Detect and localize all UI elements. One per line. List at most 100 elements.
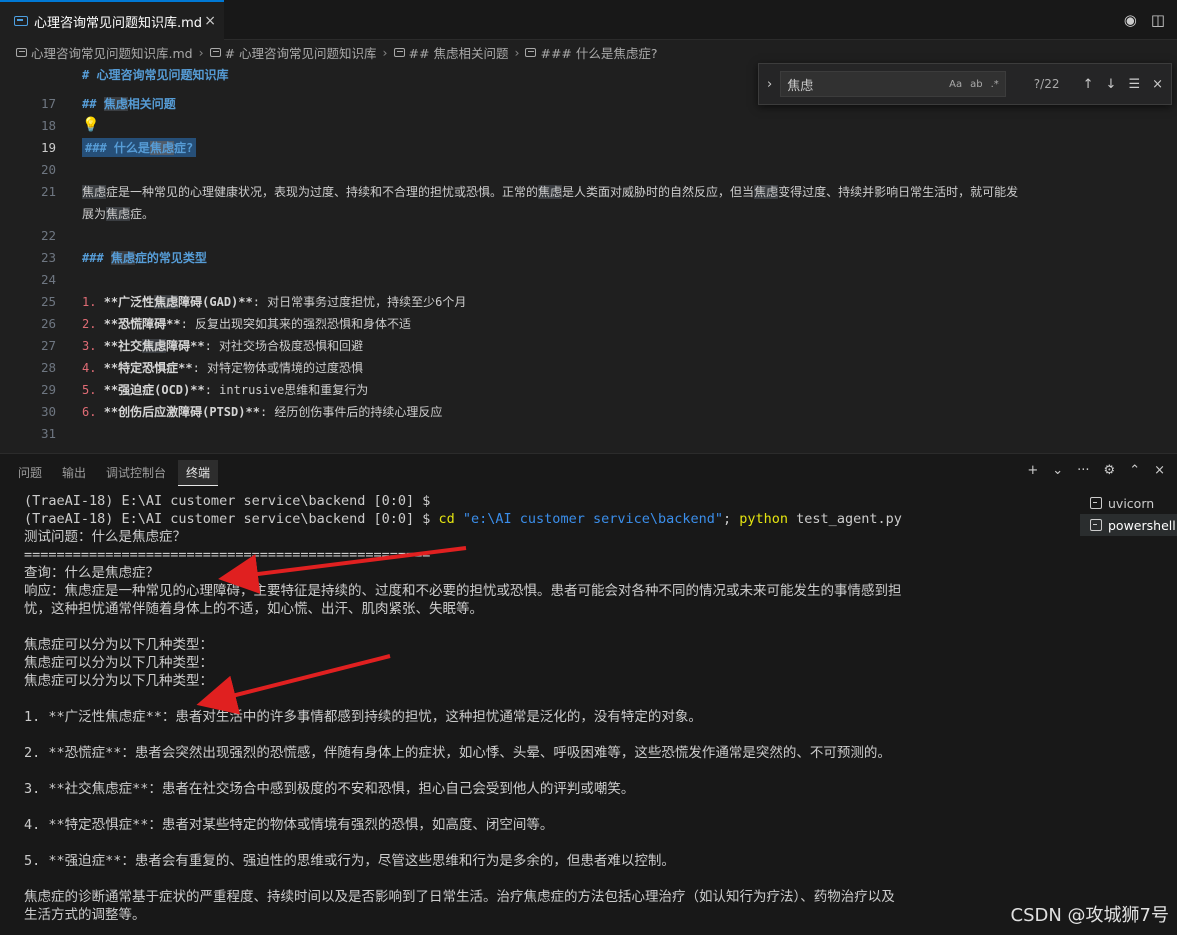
new-terminal-icon[interactable]: + — [1027, 463, 1038, 478]
line-number: 24 — [40, 271, 56, 287]
terminal-line: 1. **广泛性焦虑症**：患者对生活中的许多事情都感到持续的担忧，这种担忧通常… — [24, 709, 702, 725]
sticky-heading: # 心理咨询常见问题知识库 — [82, 67, 229, 82]
code-line[interactable]: 21 焦虑症是一种常见的心理健康状况，表现为过度、持续和不合理的担忧或恐惧。正常… — [0, 180, 1177, 202]
breadcrumb-file[interactable]: 心理咨询常见问题知识库.md — [16, 43, 193, 62]
markdown-file-icon — [16, 47, 27, 57]
code-line-current[interactable]: 19 ### 什么是焦虑症? — [0, 136, 1177, 158]
code-line[interactable]: 23 ### 焦虑症的常见类型 — [0, 246, 1177, 268]
line-number: 20 — [40, 161, 56, 177]
line-number: 22 — [40, 227, 56, 243]
close-icon[interactable]: × — [204, 13, 216, 29]
breadcrumb: 心理咨询常见问题知识库.md › # 心理咨询常见问题知识库 › ## 焦虑相关… — [0, 41, 1177, 63]
toggle-replace-chevron-icon[interactable]: › — [767, 77, 772, 92]
search-match: 焦虑 — [538, 184, 563, 199]
line-number: 29 — [40, 381, 56, 397]
chevron-right-icon: › — [382, 44, 388, 60]
chevron-right-icon: › — [198, 44, 204, 60]
breadcrumb-h3[interactable]: ### 什么是焦虑症? — [525, 43, 658, 62]
maximize-panel-icon[interactable]: ⌃ — [1129, 463, 1140, 478]
code-line[interactable]: 20 — [0, 158, 1177, 180]
search-match: 焦虑 — [142, 338, 167, 353]
code-line[interactable]: 22 — [0, 224, 1177, 246]
match-case-icon[interactable]: Aa — [949, 79, 962, 90]
find-widget: › 焦虑 Aa ab .* ?/22 ↑ ↓ ☰ × — [758, 63, 1172, 105]
line-number: 30 — [40, 403, 56, 419]
terminal-item-powershell[interactable]: powershell — [1080, 514, 1177, 536]
search-match: 焦虑 — [110, 250, 135, 265]
search-match-current: 焦虑 — [149, 140, 174, 155]
breadcrumb-h2[interactable]: ## 焦虑相关问题 — [393, 43, 508, 62]
line-number: 19 — [40, 139, 56, 155]
terminal-line: 2. **恐慌症**：患者会突然出现强烈的恐慌感，伴随有身体上的症状，如心悸、头… — [24, 745, 891, 761]
code-line[interactable]: 24 — [0, 268, 1177, 290]
heading-symbol-icon — [209, 47, 221, 57]
terminal-line: (TraeAI-18) E:\AI customer service\backe… — [24, 511, 902, 527]
code-line[interactable]: 28 4. **特定恐惧症**: 对特定物体或情境的过度恐惧 — [0, 356, 1177, 378]
lightbulb-icon[interactable]: 💡 — [82, 117, 99, 133]
terminal-line: (TraeAI-18) E:\AI customer service\backe… — [24, 493, 431, 509]
code-line[interactable]: 29 5. **强迫症(OCD)**: intrusive思维和重复行为 — [0, 378, 1177, 400]
terminal-line: 焦虑症可以分为以下几种类型： — [24, 637, 213, 653]
line-number: 18 — [40, 117, 56, 133]
find-input[interactable]: 焦虑 Aa ab .* — [780, 71, 1006, 97]
terminal-line: 响应：焦虑症是一种常见的心理障碍，主要特征是持续的、过度和不必要的担忧或恐惧。患… — [24, 583, 902, 599]
terminal-line: 5. **强迫症**：患者会有重复的、强迫性的思维或行为，尽管这些思维和行为是多… — [24, 853, 675, 869]
terminal-line: 忧，这种担忧通常伴随着身体上的不适，如心慌、出汗、肌肉紧张、失眠等。 — [24, 601, 483, 617]
tab-terminal[interactable]: 终端 — [178, 460, 219, 486]
code-line[interactable]: 30 6. **创伤后应激障碍(PTSD)**: 经历创伤事件后的持续心理反应 — [0, 400, 1177, 422]
code-line[interactable]: 27 3. **社交焦虑障碍**: 对社交场合极度恐惧和回避 — [0, 334, 1177, 356]
next-match-icon[interactable]: ↓ — [1106, 77, 1117, 92]
code-line[interactable]: 31 — [0, 422, 1177, 444]
search-match: 焦虑 — [106, 206, 131, 221]
editor-area[interactable]: # 心理咨询常见问题知识库 17 ## 焦虑相关问题 18 💡 19 ### 什… — [0, 63, 1177, 448]
watermark: CSDN @攻城狮7号 — [1010, 905, 1170, 926]
panel-tabs: 问题 输出 调试控制台 终端 — [10, 460, 219, 486]
split-editor-icon[interactable]: ◫ — [1151, 11, 1165, 29]
search-match: 焦虑 — [103, 96, 128, 111]
line-number: 21 — [40, 183, 56, 199]
terminal-line: 查询：什么是焦虑症？ — [24, 565, 159, 581]
line-number: 25 — [40, 293, 56, 309]
more-actions-icon[interactable]: ··· — [1077, 463, 1089, 478]
match-count: ?/22 — [1033, 77, 1060, 91]
terminal-output[interactable]: (TraeAI-18) E:\AI customer service\backe… — [24, 492, 1074, 924]
code-line[interactable]: 26 2. **恐慌障碍**: 反复出现突如其来的强烈恐惧和身体不适 — [0, 312, 1177, 334]
regex-icon[interactable]: .* — [991, 79, 999, 90]
previous-match-icon[interactable]: ↑ — [1083, 77, 1094, 92]
search-match: 焦虑 — [154, 294, 179, 309]
close-icon[interactable]: × — [1152, 77, 1163, 92]
terminal-line: 生活方式的调整等。 — [24, 907, 146, 923]
chevron-right-icon: › — [514, 44, 520, 60]
terminal-line: 测试问题：什么是焦虑症？ — [24, 529, 186, 545]
layout-settings-icon[interactable]: ⚙ — [1104, 463, 1116, 478]
tab-output[interactable]: 输出 — [54, 460, 94, 486]
terminal-list: uvicorn powershell — [1080, 492, 1177, 536]
terminal-item-uvicorn[interactable]: uvicorn — [1080, 492, 1177, 514]
terminal-line: 3. **社交焦虑症**：患者在社交场合中感到极度的不安和恐惧，担心自己会受到他… — [24, 781, 635, 797]
terminal-line: 焦虑症可以分为以下几种类型： — [24, 655, 213, 671]
terminal-icon — [1090, 497, 1102, 509]
line-number: 17 — [40, 95, 56, 111]
whole-word-icon[interactable]: ab — [970, 79, 982, 90]
tab-problems[interactable]: 问题 — [10, 460, 50, 486]
search-match: 焦虑 — [82, 184, 107, 199]
breadcrumb-h1[interactable]: # 心理咨询常见问题知识库 — [209, 43, 377, 62]
terminal-line: 4. **特定恐惧症**：患者对某些特定的物体或情境有强烈的恐惧，如高度、闭空间… — [24, 817, 554, 833]
code-line[interactable]: 18 💡 — [0, 114, 1177, 136]
bottom-panel: 问题 输出 调试控制台 终端 + ⌄ ··· ⚙ ⌃ × (TraeAI-18)… — [0, 453, 1177, 935]
open-preview-icon[interactable]: ◉ — [1124, 11, 1137, 29]
code-line[interactable]: 25 1. **广泛性焦虑障碍(GAD)**: 对日常事务过度担忧，持续至少6个… — [0, 290, 1177, 312]
close-icon[interactable]: × — [1154, 463, 1165, 478]
find-in-selection-icon[interactable]: ☰ — [1128, 77, 1140, 92]
terminal-icon — [1090, 519, 1102, 531]
code-line-wrap[interactable]: 展为焦虑症。 — [0, 202, 1177, 224]
markdown-file-icon — [14, 16, 28, 26]
tab-debug-console[interactable]: 调试控制台 — [98, 460, 174, 486]
tab-title: 心理咨询常见问题知识库.md — [34, 15, 203, 31]
search-match: 焦虑 — [754, 184, 779, 199]
chevron-down-icon[interactable]: ⌄ — [1052, 463, 1063, 478]
terminal-line: 焦虑症可以分为以下几种类型： — [24, 673, 213, 689]
heading-symbol-icon — [393, 47, 405, 57]
terminal-line: ========================================… — [24, 547, 431, 563]
editor-tab-active[interactable]: 心理咨询常见问题知识库.md × — [0, 0, 224, 40]
